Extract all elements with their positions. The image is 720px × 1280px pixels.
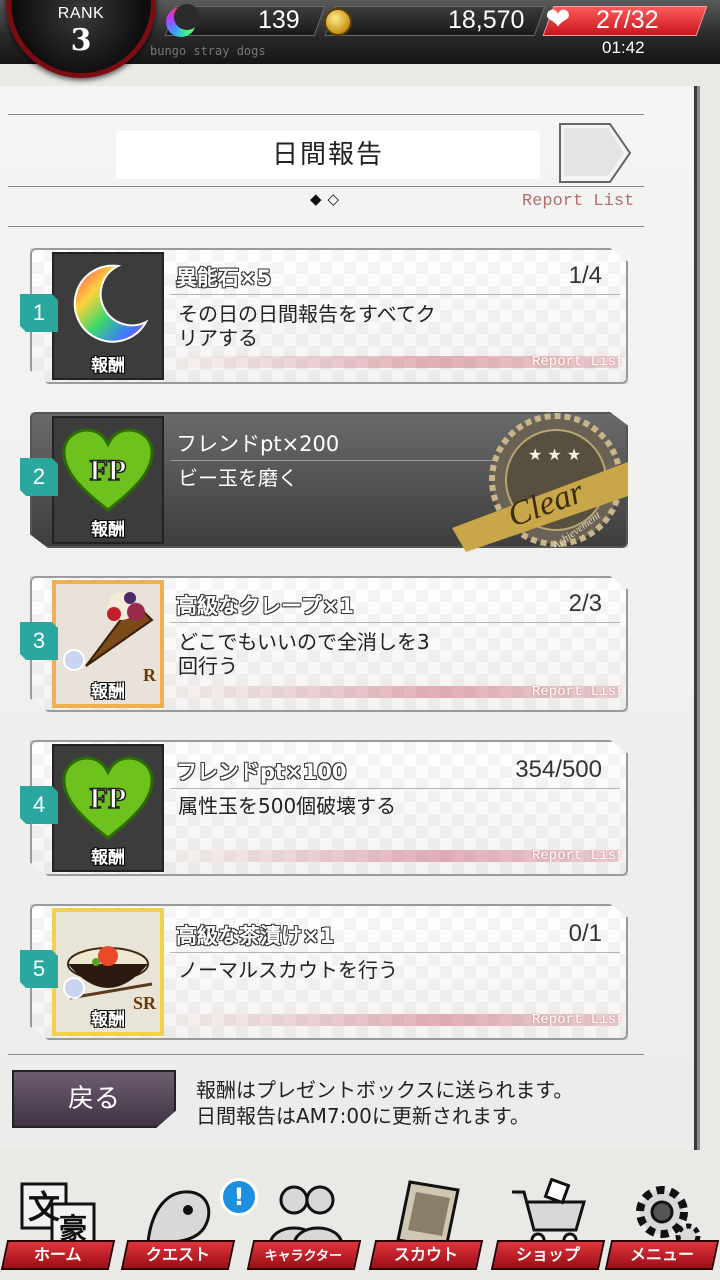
divider [170, 294, 620, 295]
mission-number: 4 [20, 786, 58, 824]
ability-stone-icon [166, 4, 200, 37]
coin-icon [324, 8, 352, 36]
desc-line: 属性玉を500個破壊する [178, 794, 397, 818]
clear-achievement-seal-icon: ★ ★ ★ Clear Achievement [452, 413, 628, 552]
rank-badge[interactable]: RANK 3 [6, 0, 156, 78]
stamina-value: 27/32 [596, 6, 659, 34]
nav-label: ショップ [490, 1240, 606, 1270]
ochazuke-bowl-reward-icon [63, 946, 153, 1000]
fp-text: FP [90, 782, 127, 815]
divider [8, 186, 644, 187]
desc-line: リアする [178, 326, 258, 350]
gem-count: 139 [258, 6, 300, 34]
home-icon-char: 文 [28, 1188, 60, 1226]
nav-label: ホーム [0, 1240, 116, 1270]
back-button[interactable]: 戻る [12, 1070, 176, 1128]
desc-line: 回行う [178, 654, 238, 678]
reward-item-name: 異能石×5 [176, 266, 272, 290]
next-page-arrow-icon[interactable] [558, 122, 632, 184]
mission-description: その日の日間報告をすべてク リアする [178, 302, 518, 350]
card-report-list: Report List [532, 848, 625, 864]
crepe-reward-icon [63, 592, 154, 671]
desc-line: その日の日間報告をすべてク [178, 302, 436, 326]
notification-badge: ! [220, 1178, 258, 1216]
card-report-list: Report List [532, 1012, 625, 1028]
rank-label: RANK [57, 5, 105, 22]
nav-label: クエスト [120, 1240, 236, 1270]
stamina-timer: 01:42 [602, 38, 645, 57]
divider [170, 788, 620, 789]
mission-description: ノーマルスカウトを行う [178, 958, 518, 982]
mission-progress: 1/4 [568, 262, 602, 289]
reward-slot: 報酬 [52, 252, 164, 380]
divider [8, 226, 644, 227]
coin-count: 18,570 [448, 6, 525, 34]
page-title: 日間報告 [116, 131, 540, 179]
desc-line: ノーマルスカウトを行う [178, 958, 398, 982]
nav-label: スカウト [368, 1240, 484, 1270]
report-list-link[interactable]: Report List [522, 192, 634, 211]
nav-menu[interactable]: メニュー [604, 1174, 720, 1278]
divider [170, 622, 620, 623]
reward-slot: FP 報酬 [52, 416, 164, 544]
friend-points-heart-icon: FP [62, 756, 154, 840]
reward-label: 報酬 [91, 682, 125, 702]
rank-value: 3 [70, 23, 92, 58]
card-report-list: Report List [532, 684, 625, 700]
reward-slot: SR 報酬 [52, 908, 164, 1036]
reward-label: 報酬 [91, 848, 125, 868]
nav-character[interactable]: キャラクター [246, 1174, 362, 1278]
reward-item-name: 高級なクレープ×1 [176, 594, 354, 618]
nav-shop[interactable]: ショップ [490, 1174, 606, 1278]
reward-item-name: フレンドpt×100 [176, 760, 347, 784]
nav-scout[interactable]: スカウト [368, 1174, 484, 1278]
nav-quest[interactable]: ! クエスト [120, 1174, 258, 1278]
heart-icon: ❤ [545, 2, 571, 37]
reward-item-name: 高級な茶漬け×1 [176, 924, 335, 948]
page-indicator: ◆◇ [310, 190, 346, 208]
mission-progress: 354/500 [515, 756, 602, 783]
mission-number: 3 [20, 622, 58, 660]
reward-label: 報酬 [91, 1010, 125, 1030]
game-caption: bungo stray dogs [150, 44, 266, 58]
ability-stone-reward-icon [73, 264, 149, 343]
desc-line: どこでもいいので全消しを3 [178, 630, 430, 654]
nav-label: メニュー [604, 1240, 720, 1270]
reward-note: 報酬はプレゼントボックスに送られます。 [196, 1078, 574, 1102]
reward-label: 報酬 [91, 520, 125, 540]
divider [170, 952, 620, 953]
bottom-navigation: 文 豪 ホーム ! クエスト キャラクター スカウト ショップ メニュー [0, 1168, 720, 1280]
divider [8, 114, 644, 115]
card-report-list: Report List [532, 354, 625, 370]
reset-note: 日間報告はAM7:00に更新されます。 [196, 1104, 530, 1128]
mission-number: 1 [20, 294, 58, 332]
reward-item-name: フレンドpt×200 [176, 432, 340, 456]
mission-progress: 2/3 [568, 590, 602, 617]
mission-progress: 0/1 [568, 920, 602, 947]
nav-label: キャラクター [246, 1240, 362, 1270]
nav-home[interactable]: 文 豪 ホーム [0, 1174, 116, 1278]
friend-points-heart-icon: FP [62, 428, 154, 512]
reward-label: 報酬 [91, 356, 125, 376]
divider [8, 1054, 644, 1055]
fp-text: FP [90, 454, 127, 487]
mission-description: どこでもいいので全消しを3 回行う [178, 630, 518, 678]
mission-description: 属性玉を500個破壊する [178, 794, 518, 818]
svg-text:★ ★ ★: ★ ★ ★ [528, 445, 581, 464]
reward-slot: R 報酬 [52, 580, 164, 708]
mission-number: 5 [20, 950, 58, 988]
mission-number: 2 [20, 458, 58, 496]
reward-slot: FP 報酬 [52, 744, 164, 872]
